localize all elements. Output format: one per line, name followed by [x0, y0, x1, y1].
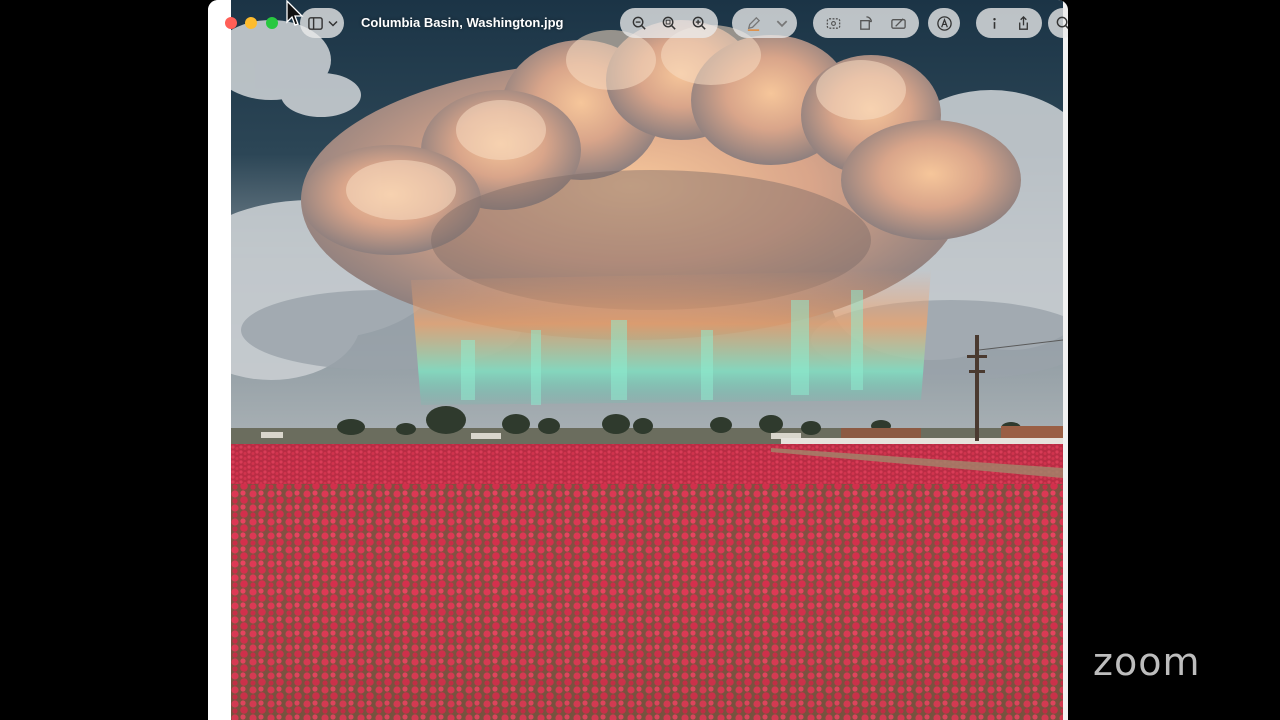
- annotate-circle-icon: [931, 10, 957, 36]
- markup-pen-icon: [740, 10, 766, 36]
- zoom-out-icon[interactable]: [626, 10, 652, 36]
- window-edge: [208, 0, 231, 720]
- close-button[interactable]: [225, 17, 237, 29]
- zoom-controls: [620, 8, 718, 38]
- zoom-logo: zoom: [1093, 640, 1201, 684]
- photo-canvas: [231, 0, 1063, 720]
- landscape-photo: [231, 0, 1063, 720]
- annotate-button[interactable]: [928, 8, 960, 38]
- rotate-icon[interactable]: [853, 10, 879, 36]
- zoom-fit-icon[interactable]: [656, 10, 682, 36]
- minimize-button[interactable]: [245, 17, 257, 29]
- info-icon[interactable]: [982, 10, 1008, 36]
- edit-tools: [813, 8, 919, 38]
- zoom-window-button[interactable]: [266, 17, 278, 29]
- preview-window: Columbia Basin, Washington.jpg: [208, 0, 1068, 720]
- chevron-down-icon: [775, 10, 789, 36]
- info-share-group: [976, 8, 1042, 38]
- markup-button[interactable]: [732, 8, 797, 38]
- select-area-icon[interactable]: [820, 10, 846, 36]
- search-button[interactable]: [1048, 8, 1068, 38]
- sidebar-toggle-icon: [305, 10, 325, 36]
- search-icon: [1050, 10, 1068, 36]
- document-title: Columbia Basin, Washington.jpg: [361, 15, 564, 30]
- crop-icon[interactable]: [886, 10, 912, 36]
- sidebar-toggle-button[interactable]: [300, 8, 344, 38]
- zoom-in-icon[interactable]: [686, 10, 712, 36]
- toolbar: Columbia Basin, Washington.jpg: [208, 0, 1068, 46]
- chevron-down-icon: [327, 10, 339, 36]
- share-icon[interactable]: [1011, 10, 1037, 36]
- mouse-cursor-icon: [286, 0, 304, 26]
